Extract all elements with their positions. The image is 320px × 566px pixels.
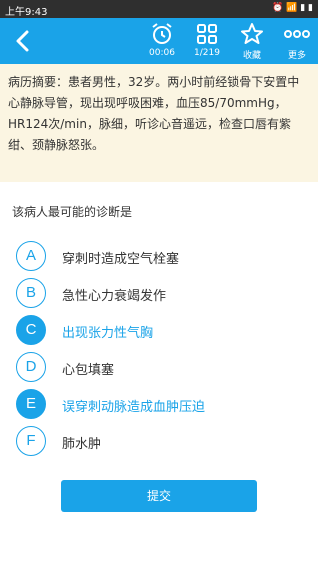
option-text: 误穿刺动脉造成血肿压迫 bbox=[62, 400, 206, 415]
progress-label: 1/219 bbox=[194, 48, 220, 58]
toolbar: 00:06 1/219 收藏 更多 bbox=[0, 18, 318, 64]
more-button[interactable]: 更多 bbox=[274, 18, 320, 64]
option-letter: A bbox=[16, 241, 46, 271]
option-text: 穿刺时造成空气栓塞 bbox=[62, 252, 180, 267]
grid-icon bbox=[197, 24, 217, 44]
progress-button[interactable]: 1/219 bbox=[184, 18, 230, 64]
alarm-clock-icon bbox=[152, 23, 172, 44]
status-bar: 上午9:43 ⏰ 📶 ▮ ▮ bbox=[0, 0, 318, 18]
timer-label: 00:06 bbox=[149, 48, 175, 58]
question-text: 该病人最可能的诊断是 bbox=[12, 205, 133, 219]
option-d[interactable]: D 心包填塞 bbox=[16, 352, 306, 382]
status-indicators: ⏰ 📶 ▮ ▮ bbox=[272, 3, 313, 13]
option-text: 出现张力性气胸 bbox=[62, 326, 154, 341]
option-c[interactable]: C 出现张力性气胸 bbox=[16, 315, 306, 345]
timer-button[interactable]: 00:06 bbox=[139, 18, 185, 64]
case-summary-panel: 病历摘要：患者男性，32岁。两小时前经锁骨下安置中心静脉导管，现出现呼吸困难，血… bbox=[0, 64, 318, 182]
favorite-button[interactable]: 收藏 bbox=[229, 18, 275, 64]
status-time: 上午9:43 bbox=[5, 7, 48, 18]
option-letter: F bbox=[16, 426, 46, 456]
option-text: 心包填塞 bbox=[62, 363, 115, 378]
option-letter: B bbox=[16, 278, 46, 308]
option-letter: E bbox=[16, 389, 46, 419]
option-letter: D bbox=[16, 352, 46, 382]
case-summary-text: 病历摘要：患者男性，32岁。两小时前经锁骨下安置中心静脉导管，现出现呼吸困难，血… bbox=[8, 75, 300, 152]
option-f[interactable]: F 肺水肿 bbox=[16, 426, 306, 456]
option-letter: C bbox=[16, 315, 46, 345]
star-icon bbox=[241, 23, 263, 44]
more-label: 更多 bbox=[287, 51, 306, 61]
back-arrow-icon bbox=[16, 30, 29, 52]
back-button[interactable] bbox=[10, 26, 36, 56]
submit-button[interactable]: 提交 bbox=[61, 480, 257, 512]
more-dots-icon bbox=[284, 30, 310, 38]
option-a[interactable]: A 穿刺时造成空气栓塞 bbox=[16, 241, 306, 271]
favorite-label: 收藏 bbox=[242, 51, 261, 61]
option-b[interactable]: B 急性心力衰竭发作 bbox=[16, 278, 306, 308]
option-text: 急性心力衰竭发作 bbox=[62, 289, 167, 304]
option-e[interactable]: E 误穿刺动脉造成血肿压迫 bbox=[16, 389, 306, 419]
option-text: 肺水肿 bbox=[62, 437, 102, 452]
